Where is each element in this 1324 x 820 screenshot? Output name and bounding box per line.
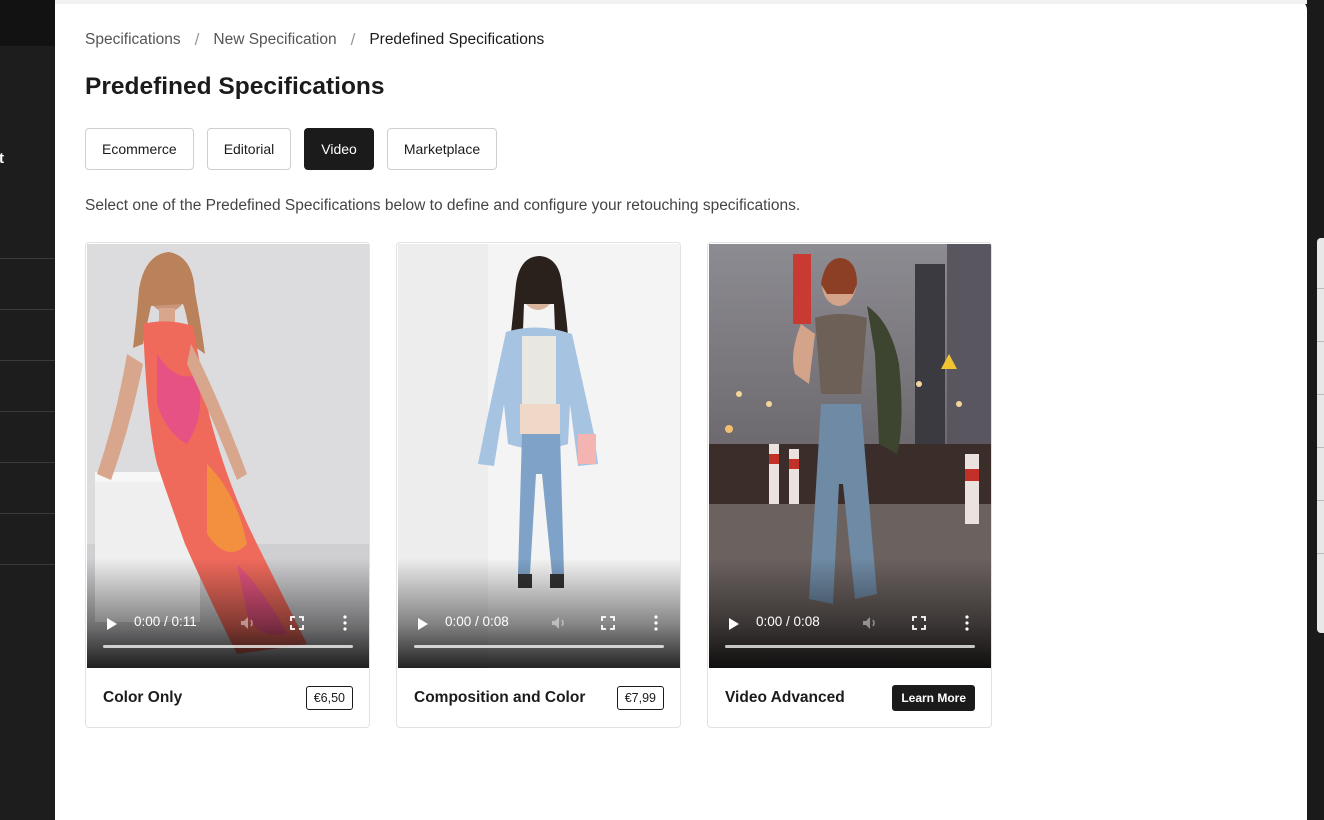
play-icon[interactable] — [729, 618, 739, 630]
sidebar-divider — [0, 564, 55, 565]
more-options-icon[interactable] — [653, 615, 659, 631]
sidebar-divider — [0, 258, 55, 259]
tab-editorial[interactable]: Editorial — [206, 128, 292, 170]
divider — [1317, 553, 1324, 554]
sidebar-divider — [0, 411, 55, 412]
video-progress-bar[interactable] — [725, 645, 975, 648]
volume-icon[interactable] — [239, 614, 257, 632]
video-time: 0:00 / 0:08 — [445, 614, 509, 629]
spec-card-composition-and-color[interactable]: 0:00 / 0:08 Composition and Color €7,99 — [396, 242, 681, 728]
breadcrumb-separator: / — [350, 30, 356, 49]
video-time: 0:00 / 0:08 — [756, 614, 820, 629]
divider — [1317, 341, 1324, 342]
play-icon[interactable] — [418, 618, 428, 630]
breadcrumb-specifications[interactable]: Specifications — [85, 31, 181, 49]
video-player[interactable]: 0:00 / 0:08 — [398, 244, 680, 668]
card-footer: Color Only €6,50 — [86, 668, 369, 727]
tab-ecommerce[interactable]: Ecommerce — [85, 128, 194, 170]
spec-cards: 0:00 / 0:11 Color Only €6,50 0:00 / 0:08… — [85, 242, 992, 728]
breadcrumb: Specifications / New Specification / Pre… — [85, 30, 544, 50]
tab-video[interactable]: Video — [304, 128, 374, 170]
volume-icon[interactable] — [550, 614, 568, 632]
sidebar-divider — [0, 309, 55, 310]
learn-more-button[interactable]: Learn More — [892, 685, 975, 711]
sidebar-divider — [0, 462, 55, 463]
fullscreen-icon[interactable] — [912, 616, 926, 630]
volume-icon[interactable] — [861, 614, 879, 632]
fullscreen-icon[interactable] — [290, 616, 304, 630]
divider — [1317, 500, 1324, 501]
divider — [1317, 394, 1324, 395]
scrollbar[interactable] — [1317, 238, 1324, 633]
spec-card-video-advanced[interactable]: 0:00 / 0:08 Video Advanced Learn More — [707, 242, 992, 728]
sidebar-divider — [0, 360, 55, 361]
tab-marketplace[interactable]: Marketplace — [386, 128, 498, 170]
category-tabs: Ecommerce Editorial Video Marketplace — [85, 128, 498, 170]
video-controls: 0:00 / 0:08 — [709, 598, 991, 668]
sidebar-header — [0, 0, 55, 46]
top-border — [55, 0, 1307, 4]
card-title: Color Only — [103, 689, 183, 706]
divider — [1317, 447, 1324, 448]
more-options-icon[interactable] — [964, 615, 970, 631]
video-controls: 0:00 / 0:11 — [87, 598, 369, 668]
breadcrumb-new-specification[interactable]: New Specification — [213, 31, 336, 49]
video-progress-bar[interactable] — [103, 645, 353, 648]
card-title: Composition and Color — [414, 689, 586, 706]
video-progress-bar[interactable] — [414, 645, 664, 648]
breadcrumb-separator: / — [194, 30, 200, 49]
video-player[interactable]: 0:00 / 0:08 — [709, 244, 991, 668]
page-title: Predefined Specifications — [85, 73, 385, 100]
price-badge: €6,50 — [305, 686, 353, 710]
sidebar: t — [0, 0, 55, 820]
main-content: Specifications / New Specification / Pre… — [55, 0, 1307, 820]
divider — [1317, 288, 1324, 289]
right-panel-edge — [1307, 0, 1324, 820]
intro-text: Select one of the Predefined Specificati… — [85, 197, 801, 214]
sidebar-divider — [0, 513, 55, 514]
card-footer: Composition and Color €7,99 — [397, 668, 680, 727]
video-time: 0:00 / 0:11 — [134, 614, 197, 629]
card-title: Video Advanced — [725, 689, 845, 706]
price-badge: €7,99 — [616, 686, 664, 710]
sidebar-item-label[interactable]: t — [0, 150, 4, 167]
video-controls: 0:00 / 0:08 — [398, 598, 680, 668]
spec-card-color-only[interactable]: 0:00 / 0:11 Color Only €6,50 — [85, 242, 370, 728]
card-footer: Video Advanced Learn More — [708, 668, 991, 727]
video-player[interactable]: 0:00 / 0:11 — [87, 244, 369, 668]
fullscreen-icon[interactable] — [601, 616, 615, 630]
breadcrumb-current: Predefined Specifications — [369, 31, 545, 48]
more-options-icon[interactable] — [342, 615, 348, 631]
play-icon[interactable] — [107, 618, 117, 630]
